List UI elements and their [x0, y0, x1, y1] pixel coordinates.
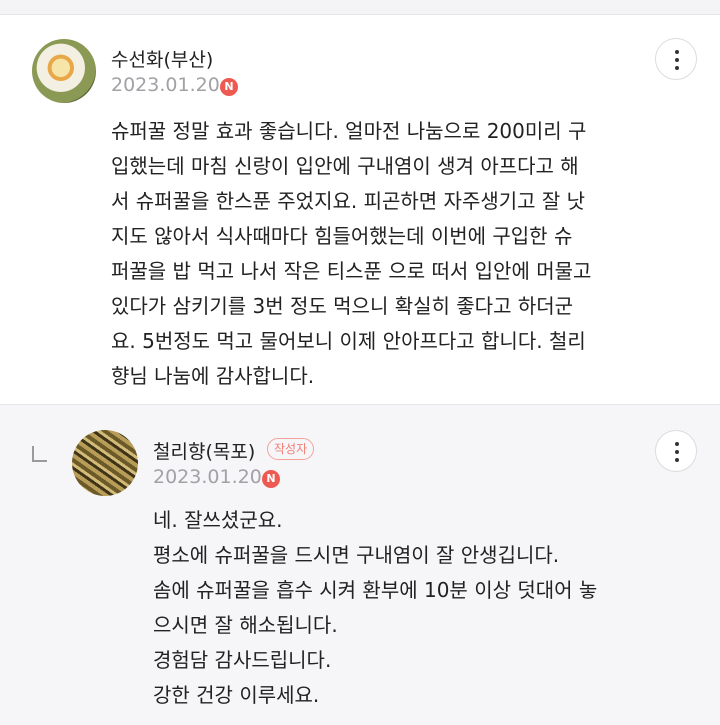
reply-line: 평소에 슈퍼꿀을 드시면 구내염이 잘 안생깁니다.	[153, 543, 560, 567]
new-badge-icon: N	[220, 78, 238, 96]
comment-body: 슈퍼꿀 정말 효과 좋습니다. 얼마전 나눔으로 200미리 구 입했는데 마침…	[111, 119, 592, 388]
reply-item: 철리향(목포) 작성자 2023.01.20 N 네. 잘쓰셨군요. 평소에 슈…	[0, 404, 720, 725]
reply-line: 솜에 슈퍼꿀을 흡수 시켜 환부에 10분 이상 덧대어 놓	[153, 578, 598, 602]
avatar[interactable]	[32, 39, 96, 103]
comment-author[interactable]: 수선화(부산)	[111, 45, 213, 72]
more-vertical-icon	[675, 442, 679, 462]
top-divider	[0, 0, 720, 15]
reply-line: 경험담 감사드립니다.	[153, 648, 332, 672]
comment-date: 2023.01.20	[111, 74, 220, 96]
reply-line: 강한 건강 이루세요.	[153, 683, 320, 707]
reply-line: 으시면 잘 해소됩니다.	[153, 613, 338, 637]
avatar[interactable]	[72, 430, 138, 496]
reply-arrow-icon	[32, 446, 47, 462]
reply-author[interactable]: 철리향(목포)	[153, 437, 255, 464]
more-options-button[interactable]	[655, 38, 697, 80]
more-options-button[interactable]	[655, 430, 697, 472]
author-badge: 작성자	[267, 438, 315, 460]
reply-date: 2023.01.20	[153, 466, 262, 488]
more-vertical-icon	[675, 50, 679, 70]
new-badge-icon: N	[262, 470, 280, 488]
comment-item: 수선화(부산) 2023.01.20 N 슈퍼꿀 정말 효과 좋습니다. 얼마전…	[0, 15, 720, 403]
reply-body: 네. 잘쓰셨군요. 평소에 슈퍼꿀을 드시면 구내염이 잘 안생깁니다. 솜에 …	[153, 503, 673, 713]
reply-line: 네. 잘쓰셨군요.	[153, 508, 283, 532]
